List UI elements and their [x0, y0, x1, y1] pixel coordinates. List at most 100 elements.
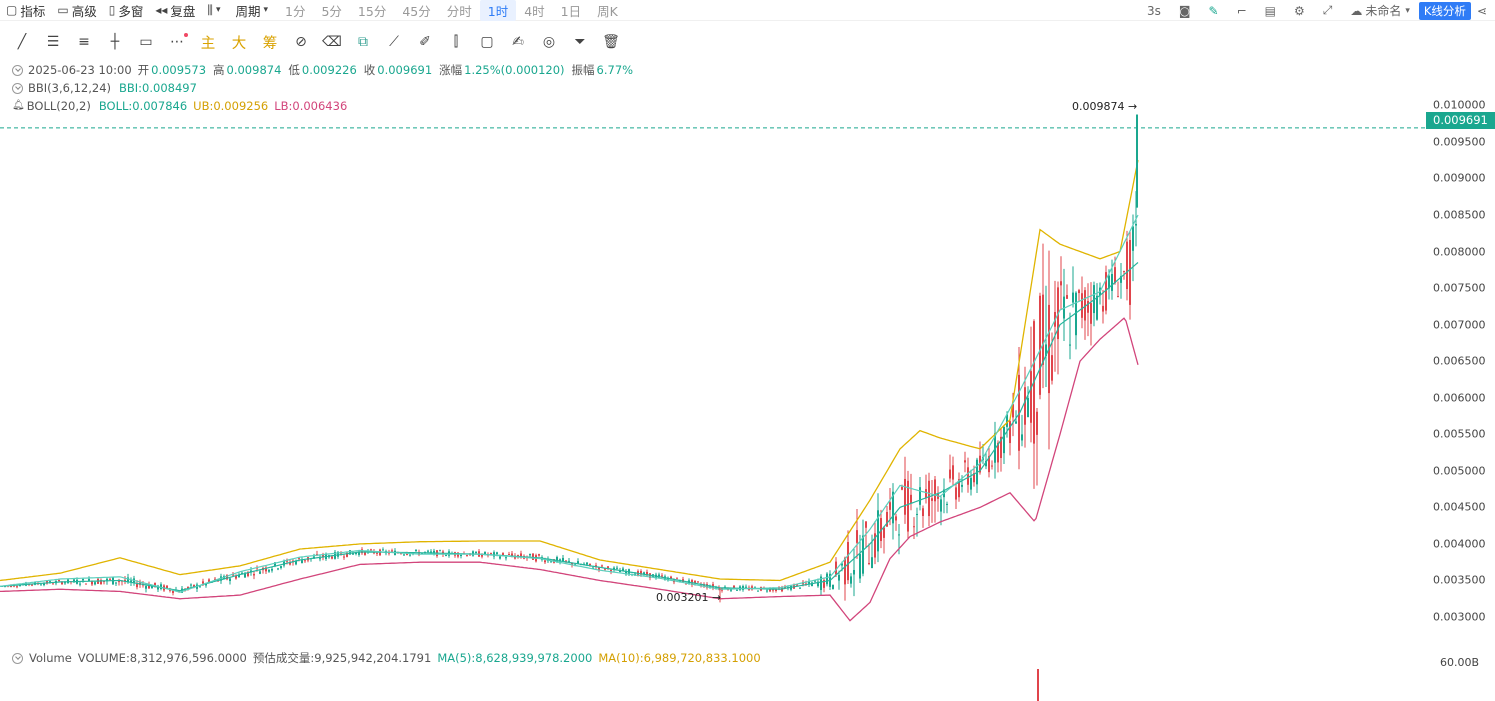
candle-body: [931, 498, 933, 501]
magnet-icon[interactable]: ⊘: [288, 31, 314, 53]
copy-icon[interactable]: ⧉: [350, 31, 376, 53]
indicator-button[interactable]: ▢ 指标: [0, 0, 51, 21]
filter-icon[interactable]: ⏷: [567, 31, 593, 53]
period-tab[interactable]: 周K: [589, 0, 626, 21]
close-value: 0.009691: [377, 63, 433, 77]
candle-body: [1090, 303, 1092, 324]
collapse-chevron-icon[interactable]: [12, 652, 23, 664]
pen-icon[interactable]: ✎: [1200, 4, 1228, 18]
period-tab[interactable]: 5分: [313, 0, 349, 21]
eraser-icon[interactable]: ⌫: [319, 31, 345, 53]
lock-icon[interactable]: ▢: [474, 31, 500, 53]
candle-body: [736, 589, 738, 591]
collapse-chevron-icon[interactable]: [12, 64, 23, 76]
fullscreen-icon[interactable]: ⤢: [1314, 3, 1342, 18]
multi-window-button[interactable]: ▯ 多窗: [103, 0, 150, 21]
candle-body: [697, 581, 699, 583]
template-icon[interactable]: ▤: [1256, 4, 1285, 18]
period-tab[interactable]: 1日: [553, 0, 589, 21]
settings-icon[interactable]: ⚙: [1285, 4, 1314, 18]
cross-line-icon[interactable]: ┼: [102, 31, 128, 53]
candle-body: [916, 513, 918, 515]
boll-mid-line: [0, 262, 1139, 592]
period-tab[interactable]: 1分: [277, 0, 313, 21]
drawing-toolbar: ╱ ☰ ≡ ┼ ▭ ⋯ 主 大 筹 ⊘ ⌫ ⧉ ⟋ ✐ ⫿ ▢ ✍ ◎ ⏷ 🗑: [0, 30, 700, 54]
parallel-lines-icon[interactable]: ≡: [71, 31, 97, 53]
high-value: 0.009874: [226, 63, 282, 77]
low-price-annotation: 0.003201 →: [656, 591, 722, 604]
candle-body: [991, 465, 993, 467]
notification-dot: [184, 33, 188, 37]
candle-body: [319, 558, 321, 560]
candle-body: [940, 499, 942, 512]
candle-body: [499, 556, 501, 559]
candle-body: [865, 521, 867, 528]
share-icon[interactable]: ⋖: [1475, 4, 1495, 18]
price-chart[interactable]: [0, 88, 1425, 638]
trend-line-icon[interactable]: ╱: [9, 31, 35, 53]
candle-body: [481, 554, 483, 557]
candle-body: [277, 568, 279, 570]
candle-body: [376, 552, 378, 554]
candle-body: [1114, 267, 1116, 284]
period-tab[interactable]: 1时: [479, 0, 517, 21]
camera-icon[interactable]: ◙: [1170, 4, 1200, 18]
candle-body: [1051, 355, 1053, 381]
candlestick-icon: ⫼: [207, 2, 213, 17]
amplitude-value: 6.77%: [596, 63, 634, 77]
period-tab[interactable]: 4时: [516, 0, 552, 21]
calendar-icon: ▭: [57, 3, 69, 17]
candle-body: [229, 578, 231, 581]
candles-icon[interactable]: ⫿: [443, 31, 469, 53]
candle-body: [1132, 226, 1134, 251]
candle-body: [928, 480, 930, 517]
advanced-button[interactable]: ▭ 高级: [51, 0, 102, 21]
period-tab[interactable]: 分时: [439, 0, 480, 21]
refresh-interval[interactable]: 3s: [1138, 4, 1170, 18]
replay-button[interactable]: ◂◂ 复盘: [149, 0, 201, 21]
trash-icon[interactable]: 🗑: [598, 31, 624, 53]
candle-body: [859, 554, 861, 579]
horizontal-lines-icon[interactable]: ☰: [40, 31, 66, 53]
period-dropdown[interactable]: 周期 ▾: [229, 0, 277, 21]
brush-icon[interactable]: ✐: [412, 31, 438, 53]
more-tools-icon[interactable]: ⋯: [164, 31, 190, 53]
candle-body: [271, 568, 273, 571]
candle-body: [253, 574, 255, 576]
signal-icon[interactable]: ◎: [536, 31, 562, 53]
note-icon[interactable]: ✍: [505, 31, 531, 53]
candle-body: [166, 585, 168, 588]
candle-body: [1078, 290, 1080, 294]
candle-body: [970, 477, 972, 490]
candle-body: [259, 571, 261, 574]
ruler-icon[interactable]: ⟋: [381, 31, 407, 53]
chart-type-button[interactable]: ⫼ ▾: [201, 0, 229, 21]
comment-icon[interactable]: ⌐: [1228, 4, 1256, 18]
period-tab[interactable]: 45分: [394, 0, 438, 21]
volume-legend: Volume VOLUME:8,312,976,596.0000 预估成交量:9…: [12, 650, 761, 666]
volume-ma5: MA(5):8,628,939,978.2000: [437, 651, 593, 665]
kline-analysis-button[interactable]: K线分析: [1418, 1, 1471, 20]
big-order-toggle[interactable]: 大: [226, 31, 252, 53]
top-toolbar: ▢ 指标 ▭ 高级 ▯ 多窗 ◂◂ 复盘 ⫼ ▾ 周期 ▾ 1分 5分 15分 45分 分时 1时 4时…: [0, 0, 1495, 21]
main-chart-toggle[interactable]: 主: [195, 31, 221, 53]
candle-body: [544, 560, 546, 563]
candle-body: [799, 587, 801, 589]
candle-body: [304, 560, 306, 562]
chip-distribution-toggle[interactable]: 筹: [257, 31, 283, 53]
candle-body: [1126, 241, 1128, 290]
candle-body: [601, 565, 603, 567]
period-tab[interactable]: 15分: [350, 0, 394, 21]
candle-body: [895, 516, 897, 521]
candle-body: [301, 560, 303, 564]
candle-body: [1003, 427, 1005, 454]
layout-dropdown[interactable]: ☁ 未命名 ▾: [1341, 2, 1419, 19]
candle-body: [343, 556, 345, 558]
candle-body: [1066, 295, 1068, 299]
candle-body: [1135, 223, 1137, 226]
price-tick-label: 0.005500: [1433, 427, 1486, 441]
volume-estimate: 预估成交量:9,925,942,204.1791: [252, 651, 432, 665]
candle-body: [913, 526, 915, 528]
price-axis[interactable]: 0.010000 0.009500 0.009000 0.008500 0.008000…: [1425, 88, 1495, 628]
rectangle-icon[interactable]: ▭: [133, 31, 159, 53]
